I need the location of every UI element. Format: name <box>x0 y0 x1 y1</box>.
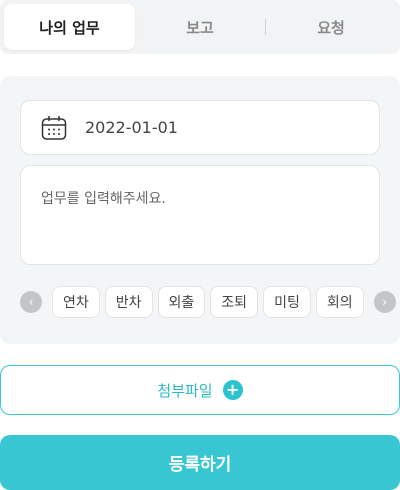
tab-my-tasks[interactable]: 나의 업무 <box>4 4 135 50</box>
calendar-icon <box>41 115 67 140</box>
tab-request[interactable]: 요청 <box>266 4 396 50</box>
chip-half-day[interactable]: 반차 <box>104 286 153 318</box>
tab-report[interactable]: 보고 <box>135 4 265 50</box>
chip-meeting[interactable]: 미팅 <box>263 286 311 318</box>
task-input-placeholder: 업무를 입력해주세요. <box>41 191 166 207</box>
chip-conference[interactable]: 회의 <box>315 286 364 318</box>
chip-outing[interactable]: 외출 <box>157 286 206 318</box>
chip-annual-leave[interactable]: 연차 <box>52 286 100 318</box>
attach-file-label: 첨부파일 <box>157 381 213 400</box>
chevron-right-icon[interactable]: › <box>373 291 396 313</box>
task-input[interactable]: 업무를 입력해주세요. <box>20 165 380 265</box>
tab-bar: 나의 업무 보고 요청 <box>0 0 400 54</box>
submit-label: 등록하기 <box>168 455 232 475</box>
plus-icon: + <box>222 380 243 400</box>
date-value: 2022-01-01 <box>85 118 178 137</box>
chip-early-leave[interactable]: 조퇴 <box>210 286 259 318</box>
attach-file-button[interactable]: 첨부파일 + <box>0 365 400 415</box>
chevron-left-icon[interactable]: ‹ <box>20 291 42 313</box>
task-form-card: 2022-01-01 업무를 입력해주세요. ‹ 연차 반차 외출 조퇴 미팅 … <box>0 76 400 344</box>
category-chips: ‹ 연차 반차 외출 조퇴 미팅 회의 › <box>20 285 396 319</box>
date-picker[interactable]: 2022-01-01 <box>20 100 380 155</box>
submit-button[interactable]: 등록하기 <box>0 435 400 490</box>
chip-row: 연차 반차 외출 조퇴 미팅 회의 <box>52 286 364 318</box>
